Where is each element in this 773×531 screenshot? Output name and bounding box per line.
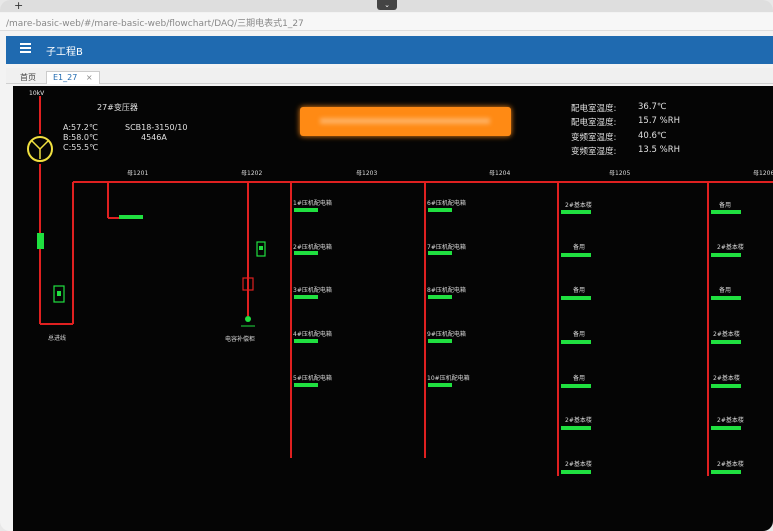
app-title: 子工程B — [46, 47, 83, 58]
breaker-icon — [561, 296, 591, 300]
breaker-icon — [294, 383, 318, 387]
browser-window: + ⌄ /mare-basic-web/#/mare-basic-web/flo… — [0, 0, 773, 531]
tab-e1-27-label: E1_27 — [53, 73, 78, 82]
new-tab-button[interactable]: + — [14, 0, 23, 12]
download-icon[interactable]: ⌄ — [377, 0, 397, 10]
tab-e1-27[interactable]: E1_27 × — [46, 71, 100, 84]
breaker-icon — [711, 296, 741, 300]
page-tabbar: 首页 E1_27 × — [6, 68, 773, 84]
breaker-icon — [561, 210, 591, 214]
breaker-icon — [294, 251, 318, 255]
breaker-icon — [294, 295, 318, 299]
breaker-icon — [561, 470, 591, 474]
breaker-icon — [711, 340, 741, 344]
breaker-icon — [561, 340, 591, 344]
breaker-icon — [428, 251, 452, 255]
breaker-icon — [561, 384, 591, 388]
breaker-icon — [428, 295, 452, 299]
feeder-breakers — [119, 208, 741, 474]
breaker-icon — [711, 470, 741, 474]
address-bar[interactable]: /mare-basic-web/#/mare-basic-web/flowcha… — [0, 13, 773, 31]
browser-tabstrip: + ⌄ — [0, 0, 773, 12]
tab-home[interactable]: 首页 — [14, 71, 42, 84]
breaker-icon — [711, 426, 741, 430]
url-text[interactable]: /mare-basic-web/#/mare-basic-web/flowcha… — [6, 16, 304, 29]
breaker-1201-icon — [119, 215, 143, 219]
hamburger-menu-icon[interactable] — [20, 43, 31, 53]
breaker-icon — [711, 210, 741, 214]
breaker-icon — [294, 208, 318, 212]
app-header: 子工程B — [6, 36, 773, 64]
breaker-icon — [294, 339, 318, 343]
breaker-icon — [428, 383, 452, 387]
breaker-icon — [561, 426, 591, 430]
breaker-icon — [561, 253, 591, 257]
breaker-icon — [428, 339, 452, 343]
breaker-icon — [711, 253, 741, 257]
single-line-diagram: 10kV 27#变压器 SCB18-3150/10 4546A A:57.2℃ … — [13, 86, 773, 531]
tab-close-icon[interactable]: × — [86, 73, 93, 82]
breaker-icon — [711, 384, 741, 388]
breaker-icon — [428, 208, 452, 212]
